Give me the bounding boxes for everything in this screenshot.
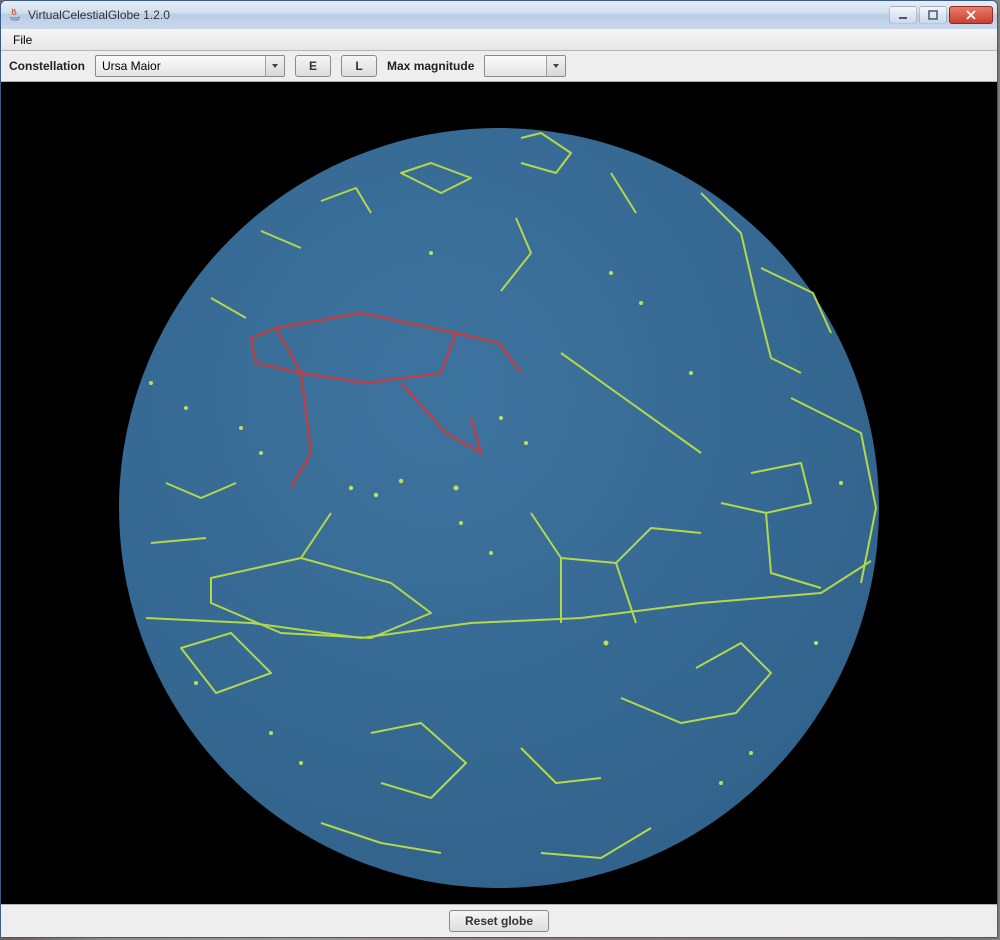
app-window: VirtualCelestialGlobe 1.2.0 File Constel… (0, 0, 998, 938)
constellation-label: Constellation (9, 59, 85, 73)
maximize-button[interactable] (919, 6, 947, 24)
close-icon (965, 9, 977, 21)
chevron-down-icon (265, 56, 284, 76)
celestial-globe (1, 82, 997, 904)
window-title: VirtualCelestialGlobe 1.2.0 (28, 8, 170, 22)
constellation-value: Ursa Maior (102, 59, 265, 73)
menu-file[interactable]: File (5, 31, 40, 49)
reset-globe-button[interactable]: Reset globe (449, 910, 549, 932)
l-button[interactable]: L (341, 55, 377, 77)
minimize-button[interactable] (889, 6, 917, 24)
maximize-icon (928, 10, 938, 20)
close-button[interactable] (949, 6, 993, 24)
java-icon (7, 7, 23, 23)
magnitude-label: Max magnitude (387, 59, 474, 73)
menubar: File (1, 29, 997, 51)
e-button[interactable]: E (295, 55, 331, 77)
titlebar[interactable]: VirtualCelestialGlobe 1.2.0 (1, 1, 997, 29)
constellation-dropdown[interactable]: Ursa Maior (95, 55, 285, 77)
magnitude-dropdown[interactable] (484, 55, 566, 77)
chevron-down-icon (546, 56, 565, 76)
minimize-icon (898, 10, 908, 20)
toolbar: Constellation Ursa Maior E L Max magnitu… (1, 51, 997, 82)
bottom-bar: Reset globe (1, 904, 997, 937)
globe-canvas[interactable] (1, 82, 997, 904)
